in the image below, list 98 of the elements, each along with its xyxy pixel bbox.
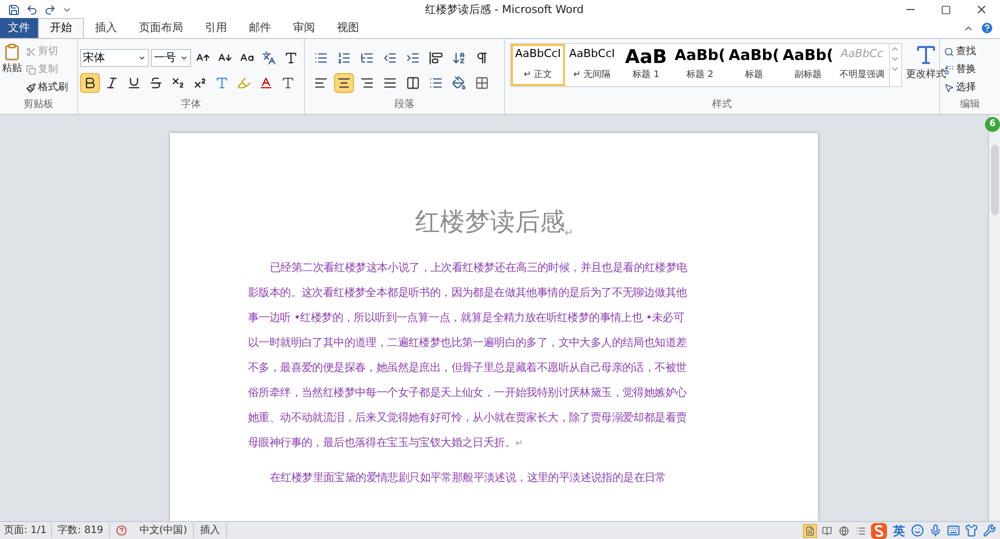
group-label: 段落 — [394, 98, 416, 112]
bullets-icon — [314, 51, 328, 65]
close-icon[interactable] — [975, 3, 988, 16]
dropdown-caret-icon — [138, 54, 146, 62]
ribbon-tab[interactable]: 页面布局 — [128, 18, 194, 38]
undo-icon[interactable] — [26, 4, 38, 16]
style-item[interactable]: AaB 标题 1 — [619, 44, 673, 86]
strikethrough-icon — [149, 76, 163, 90]
emoji-icon[interactable] — [911, 524, 924, 537]
italic-icon — [105, 76, 119, 90]
style-item[interactable]: AaBb( 副标题 — [781, 44, 835, 86]
brush-icon — [26, 82, 36, 92]
shirt-icon[interactable] — [965, 524, 978, 537]
change-styles-button[interactable]: 更改样式 — [906, 43, 946, 87]
paragraph-mark: ↵ — [564, 226, 574, 240]
show-marks-icon — [475, 51, 489, 65]
ribbon-tab[interactable]: 邮件 — [238, 18, 282, 38]
dropdown-caret-icon — [180, 54, 188, 62]
style-item[interactable]: AaBbCcI ↵ 无间隔 — [565, 44, 619, 86]
paste-button[interactable]: 粘贴 — [0, 39, 24, 97]
letter-s-icon — [874, 524, 884, 536]
reading-view-icon — [822, 526, 832, 536]
web-view-icon — [839, 526, 849, 536]
sort-icon — [452, 51, 466, 65]
borders-icon — [475, 76, 489, 90]
document-title: 红楼梦读后感 — [414, 206, 565, 238]
clipboard-icon — [3, 43, 21, 61]
multilevel-list-icon — [360, 51, 374, 65]
ribbon-tab[interactable]: 开始 — [38, 18, 84, 38]
highlight-icon — [237, 76, 251, 90]
phonetic-guide-icon — [262, 51, 276, 65]
increase-indent-icon — [406, 51, 420, 65]
redo-icon[interactable] — [44, 4, 56, 16]
style-item[interactable]: AaBb( 标题 2 — [673, 44, 727, 86]
ribbon-tab[interactable]: 视图 — [326, 18, 370, 38]
font-name-field[interactable]: 宋体 — [80, 49, 149, 67]
body-paragraph: 已经第二次看红楼梦这本小说了，上次看红楼梦还在高三的时候，并且也是看的红楼梦电影版本的。这次看红楼梦全本都是听书的，因为都是在做其他事情的是后为了不无聊边做其他事一边听 •红楼梦的，所以听到一点算一点，就算是全精力放在听红楼梦的事情上也 •未必可以一时就明白了其中的道理，二遍红楼梦也比第一遍明白的多了，文中大多人的结局也知道差不多，最喜爱的便是探春，她虽然是庶出，但骨子里总是藏着不愿听从自己母亲的话，不被世俗所牵绊，当然红楼梦中每一个女子都是天上仙女，一开始我特别讨厌林黛玉，觉得她嫉妒心她重、动不动就流泪，后来又觉得她有好可怜，从小就在贾家长大，除了贾母溺爱却都是看贾母眼神行事的，最后也落得在宝玉与宝钗大婚之日夭折。↵ — [247, 260, 688, 450]
shading-icon — [452, 76, 466, 90]
superscript-icon — [193, 76, 207, 90]
window-title: 红楼梦读后感 - Microsoft Word — [425, 2, 584, 18]
outline-view-icon — [856, 526, 866, 536]
align-icon — [314, 76, 328, 90]
text-effects-icon — [215, 76, 229, 90]
copy-icon — [26, 64, 36, 74]
find-icon — [944, 46, 954, 56]
style-item[interactable]: AaBbCc 不明显强调 — [835, 44, 889, 86]
ime-logo-icon[interactable] — [871, 522, 887, 538]
ribbon-tab[interactable]: 审阅 — [282, 18, 326, 38]
decrease-indent-icon — [383, 51, 397, 65]
help-icon[interactable] — [980, 21, 994, 35]
group-label: 字体 — [180, 98, 202, 112]
font-color-icon — [259, 76, 273, 90]
restore-icon[interactable] — [941, 4, 951, 14]
page-count[interactable]: 页面: 1/1 — [0, 523, 52, 538]
group-label: 剪贴板 — [22, 98, 54, 112]
style-item[interactable]: AaBb( 标题 — [727, 44, 781, 86]
word-count[interactable]: 字数: 819 — [52, 523, 110, 538]
scissors-icon — [26, 46, 36, 56]
align-button[interactable] — [334, 73, 354, 93]
align-icon — [337, 76, 351, 90]
clipboard-item[interactable]: 格式刷 — [26, 80, 68, 95]
save-icon[interactable] — [8, 4, 20, 16]
replace-icon — [944, 64, 954, 74]
styles-letter-icon — [914, 43, 938, 67]
bold-icon — [83, 76, 97, 90]
language-status[interactable]: 中文(中国) — [133, 523, 194, 538]
insert-mode[interactable]: 插入 — [194, 523, 228, 538]
align-icon — [383, 76, 397, 90]
underline-icon — [127, 76, 141, 90]
editing-item[interactable]: 替换 — [944, 62, 996, 77]
style-item[interactable]: AaBbCcI ↵ 正文 — [511, 44, 565, 86]
bold-button[interactable] — [80, 73, 100, 93]
line-spacing-icon — [429, 76, 443, 90]
group-label: 编辑 — [959, 98, 981, 112]
align-icon — [406, 76, 420, 90]
print-view-icon — [805, 526, 815, 536]
vertical-scrollbar[interactable] — [988, 115, 1000, 521]
font-size-field[interactable]: 一号 — [151, 49, 191, 67]
settings-icon[interactable] — [983, 524, 996, 537]
editing-item[interactable]: 选择 — [944, 80, 996, 95]
character-border-icon — [284, 51, 298, 65]
body-paragraph: 在红楼梦里面宝黛的爱情悲剧只如平常那般平淡述说，这里的平淡述说指的是在日常 — [269, 470, 667, 486]
ribbon-tab[interactable]: 插入 — [84, 18, 128, 38]
ime-mode[interactable]: 英 — [890, 522, 908, 539]
microphone-icon[interactable] — [929, 524, 942, 537]
file-tab[interactable]: 文件 — [0, 18, 38, 38]
keyboard-icon[interactable] — [947, 524, 960, 537]
view-button[interactable] — [803, 524, 817, 538]
editing-item[interactable]: 查找 — [944, 44, 996, 59]
select-icon — [944, 82, 954, 92]
proofing-icon[interactable] — [116, 525, 128, 536]
character-shading-icon — [281, 76, 295, 90]
group-label: 样式 — [711, 98, 733, 112]
subscript-icon — [171, 76, 185, 90]
ribbon-tab[interactable]: 引用 — [194, 18, 238, 38]
numbering-icon — [337, 51, 351, 65]
align-icon — [360, 76, 374, 90]
view-button[interactable] — [837, 524, 851, 538]
